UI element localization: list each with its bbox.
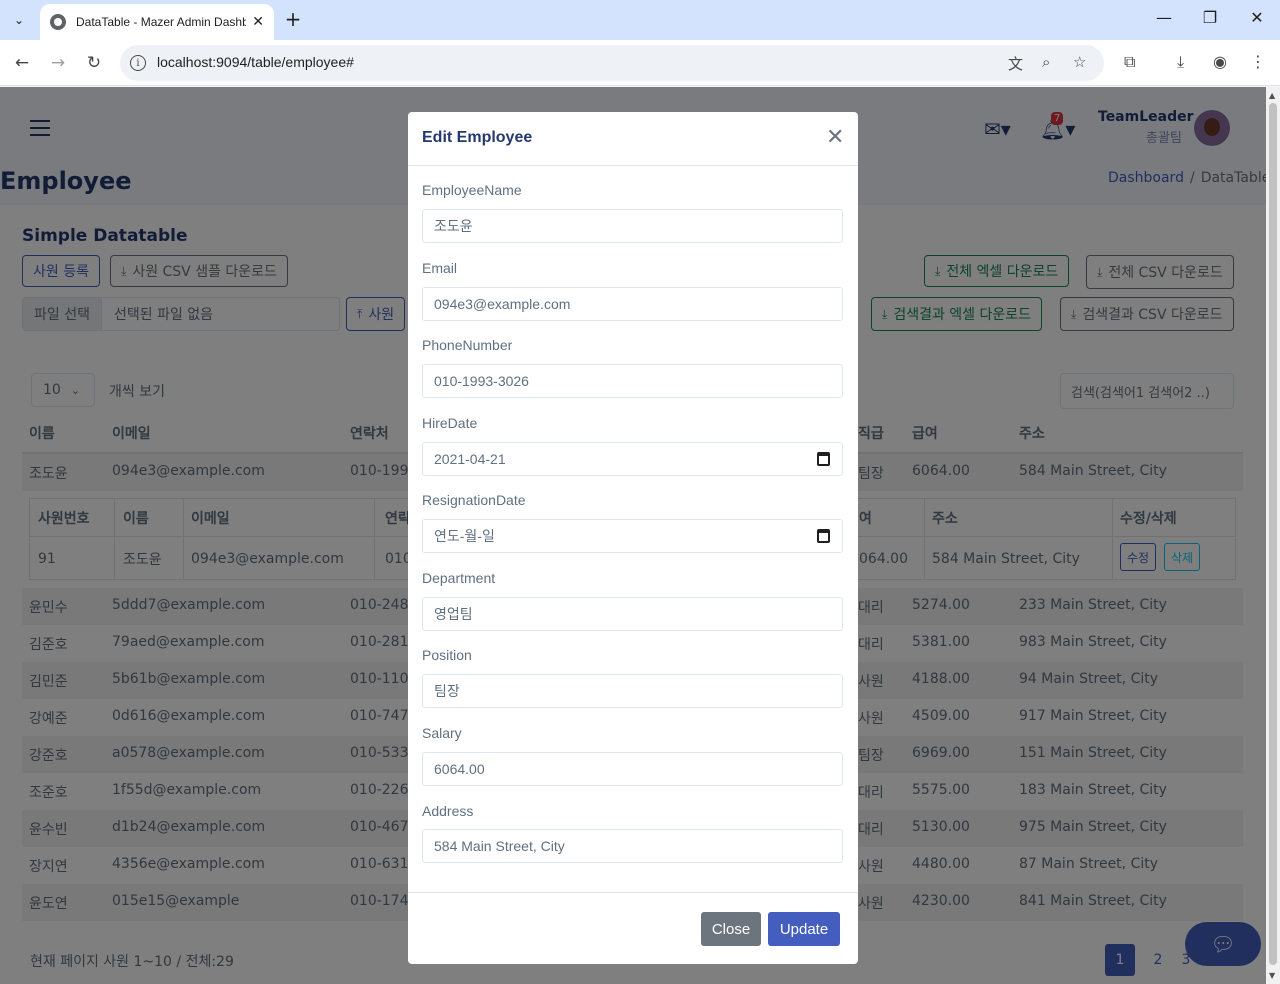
profile-icon[interactable]: ◉ [1213,52,1227,71]
employee-name-label: EmployeeName [422,182,522,198]
employee-name-field[interactable]: 조도윤 [422,209,843,243]
back-icon[interactable]: ← [9,50,35,76]
department-field[interactable]: 영업팀 [422,597,843,631]
salary-field[interactable]: 6064.00 [422,752,843,786]
browser-tabstrip: ⌄ DataTable - Mazer Admin Dashboard ✕ + … [0,0,1280,40]
bookmark-star-icon[interactable]: ☆ [1073,53,1086,71]
address-label: Address [422,803,474,819]
calendar-icon[interactable] [817,529,830,543]
hire-date-field[interactable]: 2021-04-21 [422,442,843,476]
close-icon[interactable]: ✕ [826,126,844,148]
restore-icon[interactable]: ❐ [1190,8,1230,27]
resignation-date-field[interactable]: 연도-월-일 [422,519,843,553]
forward-icon[interactable]: → [45,50,71,76]
new-tab-icon[interactable]: + [282,7,304,31]
reload-icon[interactable]: ↻ [81,50,107,76]
more-menu-icon[interactable]: ⋮ [1250,52,1266,71]
resignation-date-label: ResignationDate [422,492,526,508]
phone-field[interactable]: 010-1993-3026 [422,364,843,398]
hire-date-label: HireDate [422,415,478,431]
url-text[interactable]: localhost:9094/table/employee# [157,54,354,70]
modal-title: Edit Employee [422,129,533,146]
extensions-icon[interactable]: ⧉ [1124,52,1135,72]
update-button[interactable]: Update [768,912,840,946]
modal-header: Edit Employee ✕ [408,112,858,166]
edit-employee-modal: Edit Employee ✕ EmployeeName 조도윤 Email 0… [408,112,858,964]
close-button[interactable]: Close [701,912,761,946]
tab-close-icon[interactable]: ✕ [252,14,264,30]
site-info-icon[interactable]: i [130,55,146,71]
hire-date-value: 2021-04-21 [434,451,506,467]
calendar-icon[interactable] [817,452,830,466]
department-label: Department [422,570,496,586]
page-scrollbar[interactable]: ▲ ▼ [1266,87,1280,984]
address-field[interactable]: 584 Main Street, City [422,829,843,863]
address-bar[interactable]: i localhost:9094/table/employee# 文 ⌕ ☆ [120,45,1104,81]
position-field[interactable]: 팀장 [422,674,843,708]
scroll-down-icon[interactable]: ▼ [1269,971,1275,980]
scroll-thumb[interactable] [1269,103,1277,965]
scroll-up-icon[interactable]: ▲ [1269,91,1275,100]
minimize-icon[interactable]: — [1144,8,1184,27]
phone-label: PhoneNumber [422,337,513,353]
position-label: Position [422,647,472,663]
globe-icon [50,14,66,30]
window-close-icon[interactable]: ✕ [1237,8,1277,27]
tab-search-icon[interactable]: ⌄ [6,7,32,33]
zoom-icon[interactable]: ⌕ [1042,53,1050,71]
translate-icon[interactable]: 文 [1008,53,1023,74]
resignation-date-value: 연도-월-일 [434,528,495,544]
email-field[interactable]: 094e3@example.com [422,287,843,321]
tab-title: DataTable - Mazer Admin Dashboard [76,15,246,29]
browser-tab[interactable]: DataTable - Mazer Admin Dashboard ✕ [40,4,274,40]
salary-label: Salary [422,725,462,741]
email-label: Email [422,260,458,276]
download-icon[interactable]: ⤓ [1177,52,1184,72]
browser-toolbar: ← → ↻ i localhost:9094/table/employee# 文… [0,40,1280,86]
